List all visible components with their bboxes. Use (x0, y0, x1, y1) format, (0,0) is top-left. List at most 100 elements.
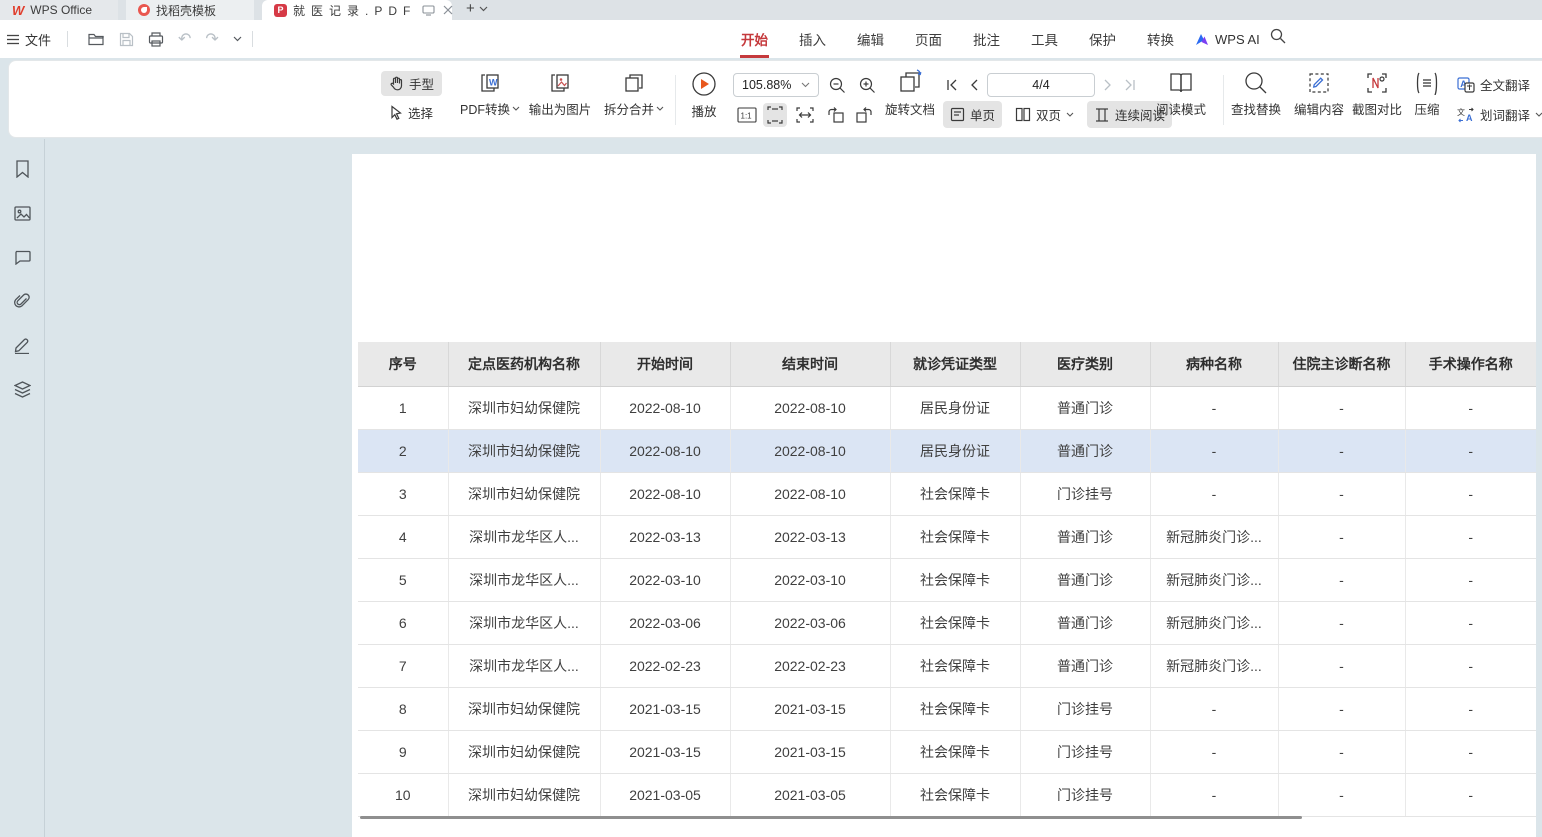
table-cell: 2021-03-15 (600, 687, 730, 730)
table-cell: - (1150, 429, 1278, 472)
table-cell: 新冠肺炎门诊... (1150, 515, 1278, 558)
table-cell: 2022-08-10 (600, 386, 730, 429)
pdf-convert-icon: W (478, 71, 502, 95)
page-number-input[interactable]: 4/4 (987, 73, 1095, 97)
table-cell: 深圳市龙华区人... (448, 558, 600, 601)
menu-item-5[interactable]: 工具 (1030, 27, 1059, 51)
fit-width-button[interactable] (793, 103, 817, 127)
fit-page-icon (766, 106, 784, 124)
next-page-button[interactable] (1101, 79, 1115, 91)
tab-document-active[interactable]: P 就医记录.PDF (262, 0, 452, 20)
export-as-image-button[interactable]: 输出为图片 (525, 71, 595, 118)
screenshot-compare-button[interactable]: 截图对比 (1349, 71, 1405, 118)
monitor-icon[interactable] (422, 5, 435, 16)
table-cell: 深圳市妇幼保健院 (448, 472, 600, 515)
double-page-button[interactable]: 双页 (1008, 101, 1081, 128)
first-page-button[interactable] (943, 79, 961, 91)
pdf-convert-button[interactable]: W PDF转换 (459, 71, 521, 118)
attachment-icon[interactable] (12, 291, 32, 311)
rotate-left-button[interactable] (824, 103, 848, 127)
column-header-4: 就诊凭证类型 (890, 342, 1020, 386)
table-cell: - (1150, 386, 1278, 429)
menu-item-1[interactable]: 插入 (798, 27, 827, 51)
divider (252, 31, 253, 47)
file-menu-label: 文件 (25, 30, 51, 49)
menu-item-6[interactable]: 保护 (1088, 27, 1117, 51)
table-cell: 社会保障卡 (890, 644, 1020, 687)
table-row: 1深圳市妇幼保健院2022-08-102022-08-10居民身份证普通门诊--… (358, 386, 1536, 429)
menu-item-2[interactable]: 编辑 (856, 27, 885, 51)
table-cell: 社会保障卡 (890, 773, 1020, 816)
close-tab-icon[interactable] (443, 5, 453, 15)
table-cell: 深圳市妇幼保健院 (448, 773, 600, 816)
thumbnail-image-icon[interactable] (12, 203, 32, 223)
menu-item-3[interactable]: 页面 (914, 27, 943, 51)
actual-size-button[interactable]: 1:1 (735, 103, 759, 127)
table-cell: 普通门诊 (1020, 386, 1150, 429)
table-cell: 门诊挂号 (1020, 687, 1150, 730)
table-cell: - (1150, 730, 1278, 773)
undo-icon[interactable]: ↶ (178, 29, 191, 49)
chevron-down-icon (1066, 112, 1074, 117)
fit-page-button[interactable] (763, 103, 787, 127)
horizontal-scrollbar-thumb[interactable] (360, 816, 1302, 819)
zoom-in-button[interactable] (855, 73, 879, 97)
menu-item-4[interactable]: 批注 (972, 27, 1001, 51)
compress-button[interactable]: 压缩 (1407, 71, 1447, 118)
find-replace-button[interactable]: 查找替换 (1227, 71, 1285, 118)
redo-icon[interactable]: ↷ (205, 29, 218, 49)
zoom-in-icon (859, 77, 876, 94)
select-tool-button[interactable]: 选择 (381, 100, 442, 125)
global-search-icon[interactable] (1270, 28, 1286, 44)
print-icon[interactable] (148, 32, 164, 47)
word-translate-button[interactable]: 文A 划词翻译 (1457, 105, 1542, 124)
new-tab-button[interactable]: + (462, 0, 479, 20)
bookmark-icon[interactable] (12, 159, 32, 179)
hand-icon (389, 76, 404, 91)
comment-icon[interactable] (12, 247, 32, 267)
table-body: 1深圳市妇幼保健院2022-08-102022-08-10居民身份证普通门诊--… (358, 386, 1536, 816)
zoom-level-select[interactable]: 105.88% (733, 73, 819, 97)
rotate-document-button[interactable]: 旋转文档 (879, 69, 941, 118)
wps-ai-button[interactable]: WPS AI (1194, 20, 1260, 58)
file-menu-button[interactable]: 文件 (0, 30, 57, 49)
read-mode-button[interactable]: 阅读模式 (1153, 71, 1209, 118)
word-translate-label: 划词翻译 (1480, 105, 1530, 124)
screenshot-compare-label: 截图对比 (1352, 99, 1402, 118)
full-text-translate-button[interactable]: A 全文翻译 (1457, 75, 1530, 94)
full-translate-icon: A (1457, 77, 1475, 93)
chevron-down-icon (1535, 112, 1542, 117)
previous-page-button[interactable] (967, 79, 981, 91)
menu-item-7[interactable]: 转换 (1146, 27, 1175, 51)
table-cell: - (1405, 515, 1536, 558)
rotate-right-button[interactable] (852, 103, 876, 127)
last-page-button[interactable] (1121, 79, 1139, 91)
wps-ai-label: WPS AI (1215, 32, 1260, 47)
split-merge-button[interactable]: 拆分合并 (599, 71, 669, 118)
actual-size-icon: 1:1 (737, 107, 757, 123)
hand-tool-button[interactable]: 手型 (381, 71, 442, 96)
signature-pen-icon[interactable] (12, 335, 32, 355)
table-cell: 深圳市妇幼保健院 (448, 687, 600, 730)
menu-item-0[interactable]: 开始 (740, 27, 769, 51)
document-viewport: 序号定点医药机构名称开始时间结束时间就诊凭证类型医疗类别病种名称住院主诊断名称手… (0, 139, 1542, 837)
tab-docer-templates[interactable]: 找稻壳模板 (126, 0, 254, 20)
chevron-down-icon (512, 106, 520, 111)
docer-icon (138, 4, 150, 16)
play-button[interactable]: 播放 (683, 71, 725, 120)
wps-pdf-window: W WPS Office 找稻壳模板 P 就医记录.PDF + (0, 0, 1542, 837)
single-page-button[interactable]: 单页 (943, 101, 1002, 128)
tab-wps-office[interactable]: W WPS Office (0, 0, 118, 20)
table-cell: - (1278, 558, 1405, 601)
open-file-icon[interactable] (88, 32, 105, 46)
save-icon[interactable] (119, 32, 134, 47)
table-cell: 2021-03-05 (730, 773, 890, 816)
layers-icon[interactable] (12, 379, 32, 399)
edit-content-button[interactable]: 编辑内容 (1291, 71, 1347, 118)
zoom-out-button[interactable] (825, 73, 849, 97)
tab-list-chevron-icon[interactable] (479, 6, 488, 20)
table-cell: 新冠肺炎门诊... (1150, 558, 1278, 601)
quickbar-chevron-icon[interactable] (233, 36, 242, 42)
medical-records-table: 序号定点医药机构名称开始时间结束时间就诊凭证类型医疗类别病种名称住院主诊断名称手… (358, 342, 1536, 817)
chevron-down-icon (801, 82, 810, 88)
